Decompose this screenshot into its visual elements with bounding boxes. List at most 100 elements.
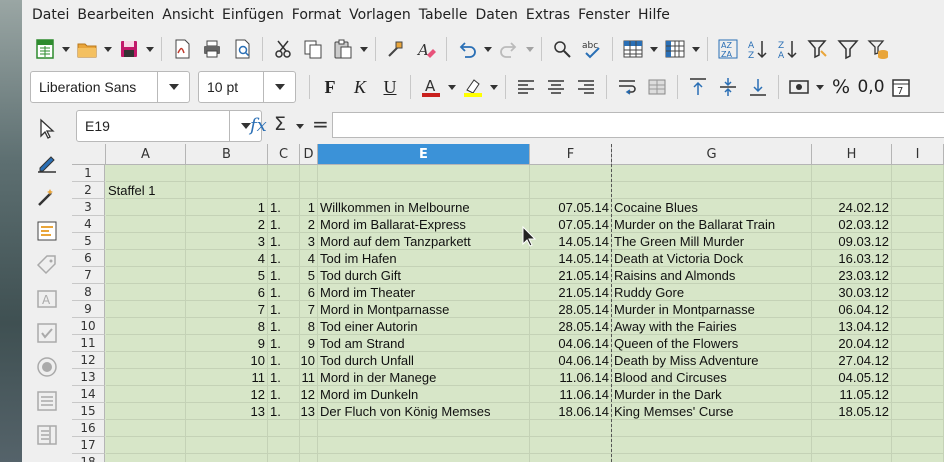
cell-h-4[interactable]: 02.03.12 xyxy=(812,216,891,233)
undo-icon[interactable] xyxy=(452,34,482,64)
open-folder-icon[interactable] xyxy=(72,34,102,64)
cell-h-14[interactable]: 11.05.12 xyxy=(812,386,891,403)
row-header[interactable]: 13 xyxy=(72,369,105,386)
menu-datei[interactable]: Datei xyxy=(30,7,75,23)
cell-g-14[interactable]: Murder in the Dark xyxy=(612,386,811,403)
cell-g-9[interactable]: Murder in Montparnasse xyxy=(612,301,811,318)
menu-einfuegen[interactable]: Einfügen xyxy=(220,7,290,23)
cell-h-5[interactable]: 09.03.12 xyxy=(812,233,891,250)
cell-g-15[interactable]: King Memses' Curse xyxy=(612,403,811,420)
column-header-d[interactable]: D xyxy=(300,144,318,165)
clone-formatting-icon[interactable] xyxy=(381,34,411,64)
cell-f-13[interactable]: 11.06.14 xyxy=(530,369,611,386)
name-box[interactable]: E19 xyxy=(76,110,262,142)
merge-cells-icon[interactable] xyxy=(642,72,672,102)
checkbox-icon[interactable] xyxy=(34,320,60,346)
select-cursor-icon[interactable] xyxy=(34,116,60,142)
style-list-icon[interactable] xyxy=(34,218,60,244)
cell-d-4[interactable]: 2 xyxy=(300,216,317,233)
cell-e-9[interactable]: Mord in Montparnasse xyxy=(318,301,529,318)
row-dropdown[interactable] xyxy=(648,34,660,64)
bold-button[interactable]: F xyxy=(315,72,345,102)
italic-button[interactable]: K xyxy=(345,72,375,102)
cell-c-12[interactable]: 1. xyxy=(268,352,299,369)
cell-h-11[interactable]: 20.04.12 xyxy=(812,335,891,352)
draw-pen-icon[interactable] xyxy=(34,150,60,176)
row-header[interactable]: 17 xyxy=(72,437,105,454)
cell-c-7[interactable]: 1. xyxy=(268,267,299,284)
menu-hilfe[interactable]: Hilfe xyxy=(636,7,676,23)
row-header[interactable]: 9 xyxy=(72,301,105,318)
column-header-a[interactable]: A xyxy=(106,144,186,165)
magic-wand-icon[interactable] xyxy=(34,184,60,210)
cell-g-13[interactable]: Blood and Circuses xyxy=(612,369,811,386)
cell-e-13[interactable]: Mord in der Manege xyxy=(318,369,529,386)
cell-f-4[interactable]: 07.05.14 xyxy=(530,216,611,233)
cell-c-6[interactable]: 1. xyxy=(268,250,299,267)
underline-button[interactable]: U xyxy=(375,72,405,102)
cell-d-12[interactable]: 10 xyxy=(300,352,317,369)
formula-input[interactable] xyxy=(332,112,944,138)
date-format-icon[interactable]: 7 xyxy=(886,72,916,102)
cell-f-12[interactable]: 04.06.14 xyxy=(530,352,611,369)
row-header[interactable]: 11 xyxy=(72,335,105,352)
cell-h-10[interactable]: 13.04.12 xyxy=(812,318,891,335)
row-header[interactable]: 5 xyxy=(72,233,105,250)
font-size-dropdown[interactable] xyxy=(263,72,295,102)
font-color-dropdown[interactable] xyxy=(446,72,458,102)
new-document-icon[interactable] xyxy=(30,34,60,64)
row-header[interactable]: 1 xyxy=(72,165,105,182)
row-header[interactable]: 6 xyxy=(72,250,105,267)
cell-g-12[interactable]: Death by Miss Adventure xyxy=(612,352,811,369)
cell-b-7[interactable]: 5 xyxy=(186,267,267,284)
function-wizard-button[interactable]: fx xyxy=(250,115,267,136)
align-bottom-icon[interactable] xyxy=(743,72,773,102)
cell-g-5[interactable]: The Green Mill Murder xyxy=(612,233,811,250)
text-box-icon[interactable]: A xyxy=(34,286,60,312)
row-header[interactable]: 7 xyxy=(72,267,105,284)
column-header-b[interactable]: B xyxy=(186,144,268,165)
cell-b-13[interactable]: 11 xyxy=(186,369,267,386)
copy-icon[interactable] xyxy=(298,34,328,64)
cell-d-5[interactable]: 3 xyxy=(300,233,317,250)
column-header-c[interactable]: C xyxy=(268,144,300,165)
cell-h-7[interactable]: 23.03.12 xyxy=(812,267,891,284)
currency-format-icon[interactable] xyxy=(784,72,814,102)
cell-c-9[interactable]: 1. xyxy=(268,301,299,318)
cell-c-13[interactable]: 1. xyxy=(268,369,299,386)
redo-icon[interactable] xyxy=(494,34,524,64)
spelling-icon[interactable]: abc xyxy=(577,34,607,64)
cell-f-8[interactable]: 21.05.14 xyxy=(530,284,611,301)
cell-h-3[interactable]: 24.02.12 xyxy=(812,199,891,216)
radio-button-icon[interactable] xyxy=(34,354,60,380)
paste-dropdown[interactable] xyxy=(358,34,370,64)
save-dropdown[interactable] xyxy=(144,34,156,64)
cell-b-12[interactable]: 10 xyxy=(186,352,267,369)
cell-g-8[interactable]: Ruddy Gore xyxy=(612,284,811,301)
menu-daten[interactable]: Daten xyxy=(474,7,524,23)
cell-h-12[interactable]: 27.04.12 xyxy=(812,352,891,369)
row-header[interactable]: 14 xyxy=(72,386,105,403)
align-center-icon[interactable] xyxy=(541,72,571,102)
highlight-color-icon[interactable] xyxy=(458,72,488,102)
cell-h-8[interactable]: 30.03.12 xyxy=(812,284,891,301)
row-header[interactable]: 2 xyxy=(72,182,105,199)
sort-descending-icon[interactable]: ZA xyxy=(773,34,803,64)
cell-e-15[interactable]: Der Fluch von König Memses xyxy=(318,403,529,420)
menu-bearbeiten[interactable]: Bearbeiten xyxy=(75,7,160,23)
cell-g-6[interactable]: Death at Victoria Dock xyxy=(612,250,811,267)
cell-f-5[interactable]: 14.05.14 xyxy=(530,233,611,250)
cell-c-15[interactable]: 1. xyxy=(268,403,299,420)
undo-dropdown[interactable] xyxy=(482,34,494,64)
cut-icon[interactable] xyxy=(268,34,298,64)
redo-dropdown[interactable] xyxy=(524,34,536,64)
column-header-i[interactable]: I xyxy=(892,144,944,165)
cell-d-13[interactable]: 11 xyxy=(300,369,317,386)
highlight-color-dropdown[interactable] xyxy=(488,72,500,102)
cell-f-6[interactable]: 14.05.14 xyxy=(530,250,611,267)
cell-b-15[interactable]: 13 xyxy=(186,403,267,420)
cell-d-8[interactable]: 6 xyxy=(300,284,317,301)
cell-c-4[interactable]: 1. xyxy=(268,216,299,233)
cell-d-14[interactable]: 12 xyxy=(300,386,317,403)
menu-extras[interactable]: Extras xyxy=(524,7,576,23)
